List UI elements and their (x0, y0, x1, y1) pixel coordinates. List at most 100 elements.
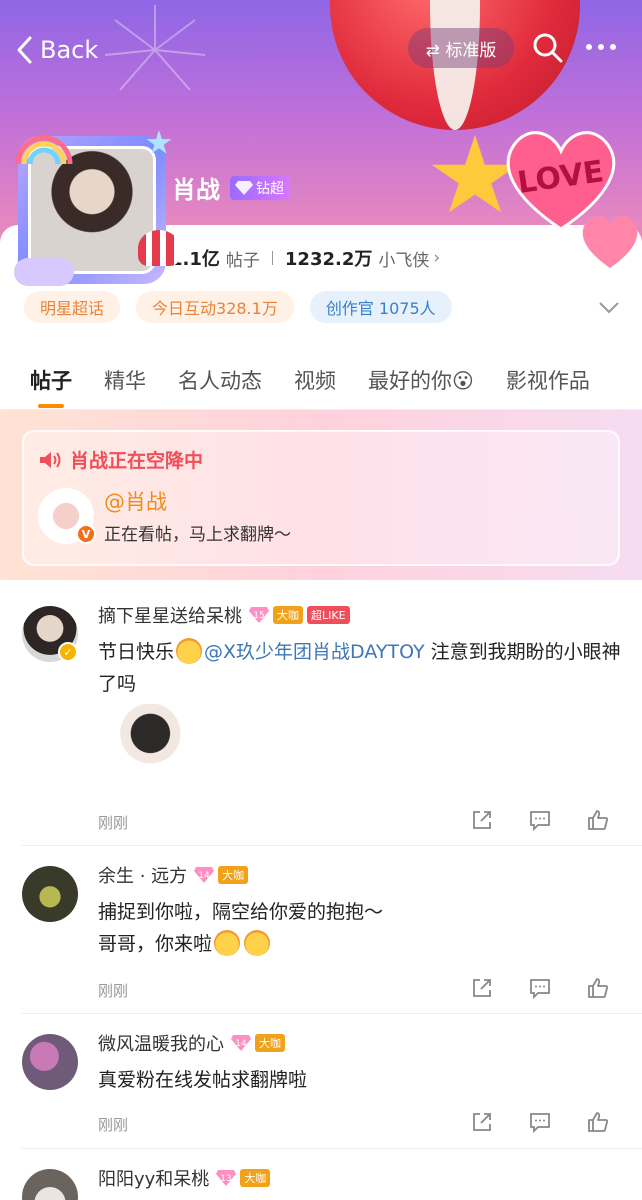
back-label: Back (40, 36, 99, 64)
like-icon[interactable] (586, 1110, 610, 1134)
top-bar: Back ⇄ 标准版 (0, 22, 642, 78)
svg-text:14: 14 (235, 1039, 247, 1049)
super-like-badge: 超LIKE (307, 606, 350, 624)
share-icon[interactable] (470, 808, 494, 832)
post-item: 余生 · 远方 14 大咖 捕捉到你啦，隔空给你爱的抱抱～ 哥哥，你来啦 刚刚 (0, 846, 642, 1014)
like-icon[interactable] (586, 808, 610, 832)
post-text-line2-label: 哥哥，你来啦 (98, 933, 213, 955)
tab-featured[interactable]: 精华 (104, 360, 146, 400)
diamond-icon (235, 180, 253, 195)
standard-version-button[interactable]: ⇄ 标准版 (408, 28, 514, 68)
vip-badge: 大咖 (240, 1169, 271, 1187)
post-content: 节日快乐 @X玖少年团肖战DAYTOY 注意到我期盼的小眼神了吗 (98, 636, 628, 700)
svg-text:13: 13 (221, 1174, 232, 1184)
username-row: 摘下星星送给呆桃 15 大咖 超LIKE (98, 602, 350, 628)
live-avatar[interactable]: V (38, 488, 96, 544)
tab-bar: 帖子 精华 名人动态 视频 最好的你😮 影视作品 (30, 360, 622, 408)
post-content: 捕捉到你啦，隔空给你爱的抱抱～ 哥哥，你来啦 (98, 896, 628, 960)
post-time: 刚刚 (98, 1116, 129, 1134)
fans-label: 小飞侠 (378, 250, 430, 271)
cheer-emoji-icon (214, 930, 241, 956)
rainbow-icon (15, 135, 73, 165)
chevron-right-icon: › (433, 248, 441, 268)
post-item: ✓ 摘下星星送给呆桃 15 大咖 超LIKE 节日快乐 @X玖少年团肖战DAYTO… (0, 586, 642, 846)
vip-badge: 大咖 (273, 606, 303, 624)
verified-badge: ✓ (58, 642, 78, 662)
post-time: 刚刚 (98, 982, 129, 1000)
level-badge-icon: 14 (194, 867, 215, 883)
svg-text:15: 15 (253, 611, 264, 621)
stats-divider (271, 251, 273, 265)
live-card[interactable]: 肖战正在空降中 V @肖战 正在看帖，马上求翻牌～ (22, 430, 620, 566)
stats-row: 1.1亿 帖子 1232.2万 小飞侠 › (170, 245, 440, 271)
profile-name-row: 肖战 钻超 (172, 170, 290, 205)
profile-name: 肖战 (172, 176, 220, 204)
cheer-emoji-icon (176, 638, 203, 664)
vip-badge: 大咖 (255, 1034, 285, 1052)
post-actions (470, 1110, 610, 1134)
username-row: 微风温暖我的心 14 大咖 (98, 1030, 285, 1056)
chevron-down-icon[interactable] (598, 301, 620, 315)
tab-videos[interactable]: 视频 (294, 360, 336, 400)
username-row: 余生 · 远方 14 大咖 (98, 862, 249, 888)
comment-icon[interactable] (528, 1110, 552, 1134)
live-title: 肖战正在空降中 (38, 446, 203, 473)
verified-badge: V (76, 524, 96, 544)
tab-celebrity-news[interactable]: 名人动态 (178, 360, 262, 400)
tab-posts[interactable]: 帖子 (30, 360, 72, 408)
tag-star-topic[interactable]: 明星超话 (24, 291, 121, 323)
post-text: 捕捉到你啦，隔空给你爱的抱抱～ (98, 901, 384, 923)
tab-works[interactable]: 影视作品 (506, 360, 590, 400)
svg-text:14: 14 (198, 871, 210, 881)
user-avatar[interactable] (22, 1169, 78, 1200)
cloud-icon (14, 258, 74, 286)
cheer-emoji-icon (244, 930, 271, 956)
user-avatar[interactable] (22, 1034, 78, 1090)
post-text-line2: 哥哥，你来啦 (98, 928, 628, 960)
username[interactable]: 摘下星星送给呆桃 (98, 602, 242, 628)
user-avatar[interactable] (22, 866, 78, 922)
balloon-icon (138, 230, 180, 266)
tag-creators[interactable]: 创作官 1075人 (309, 291, 452, 323)
mention-link[interactable]: @X玖少年团肖战DAYTOY (204, 641, 425, 663)
post-text: 节日快乐 (98, 641, 175, 663)
fans-link[interactable]: 1232.2万 小飞侠 › (285, 245, 440, 271)
level-badge-icon: 15 (249, 607, 269, 623)
level-badge-icon: 14 (231, 1035, 251, 1051)
post-content: 真爱粉在线发帖求翻牌啦 (98, 1064, 628, 1096)
user-avatar[interactable]: ✓ (22, 606, 78, 662)
username[interactable]: 阳阳yy和呆桃 (98, 1165, 209, 1191)
small-heart-sticker (582, 216, 638, 268)
like-icon[interactable] (586, 976, 610, 1000)
live-handle[interactable]: @肖战 (104, 486, 167, 516)
comment-icon[interactable] (528, 976, 552, 1000)
standard-version-label: ⇄ 标准版 (425, 40, 497, 61)
diamond-badge-label: 钻超 (256, 180, 284, 197)
share-icon[interactable] (470, 1110, 494, 1134)
tag-row: 明星超话 今日互动328.1万 创作官 1075人 (24, 291, 452, 323)
profile-avatar[interactable] (14, 130, 180, 286)
comment-icon[interactable] (528, 808, 552, 832)
vip-badge: 大咖 (218, 866, 249, 884)
post-item: 阳阳yy和呆桃 13 大咖 (0, 1149, 642, 1200)
sticker-image[interactable] (100, 704, 184, 788)
posts-label: 帖子 (225, 250, 260, 271)
level-badge-icon: 13 (216, 1170, 237, 1186)
tag-daily-interaction[interactable]: 今日互动328.1万 (136, 291, 294, 323)
username[interactable]: 余生 · 远方 (98, 862, 187, 888)
post-item: 微风温暖我的心 14 大咖 真爱粉在线发帖求翻牌啦 刚刚 (0, 1014, 642, 1149)
search-icon[interactable] (532, 32, 564, 64)
diamond-super-badge[interactable]: 钻超 (230, 175, 290, 200)
post-actions (470, 808, 610, 832)
tab-best-you[interactable]: 最好的你😮 (368, 360, 474, 400)
more-options-icon[interactable] (586, 44, 622, 52)
post-actions (470, 976, 610, 1000)
live-title-text: 肖战正在空降中 (70, 450, 204, 472)
live-banner: 肖战正在空降中 V @肖战 正在看帖，马上求翻牌～ (0, 410, 642, 580)
share-icon[interactable] (470, 976, 494, 1000)
live-subtitle: 正在看帖，马上求翻牌～ (104, 525, 291, 545)
back-button[interactable]: Back (16, 30, 98, 70)
speaker-icon (40, 451, 61, 468)
username[interactable]: 微风温暖我的心 (98, 1030, 224, 1056)
chevron-left-icon (17, 36, 32, 64)
